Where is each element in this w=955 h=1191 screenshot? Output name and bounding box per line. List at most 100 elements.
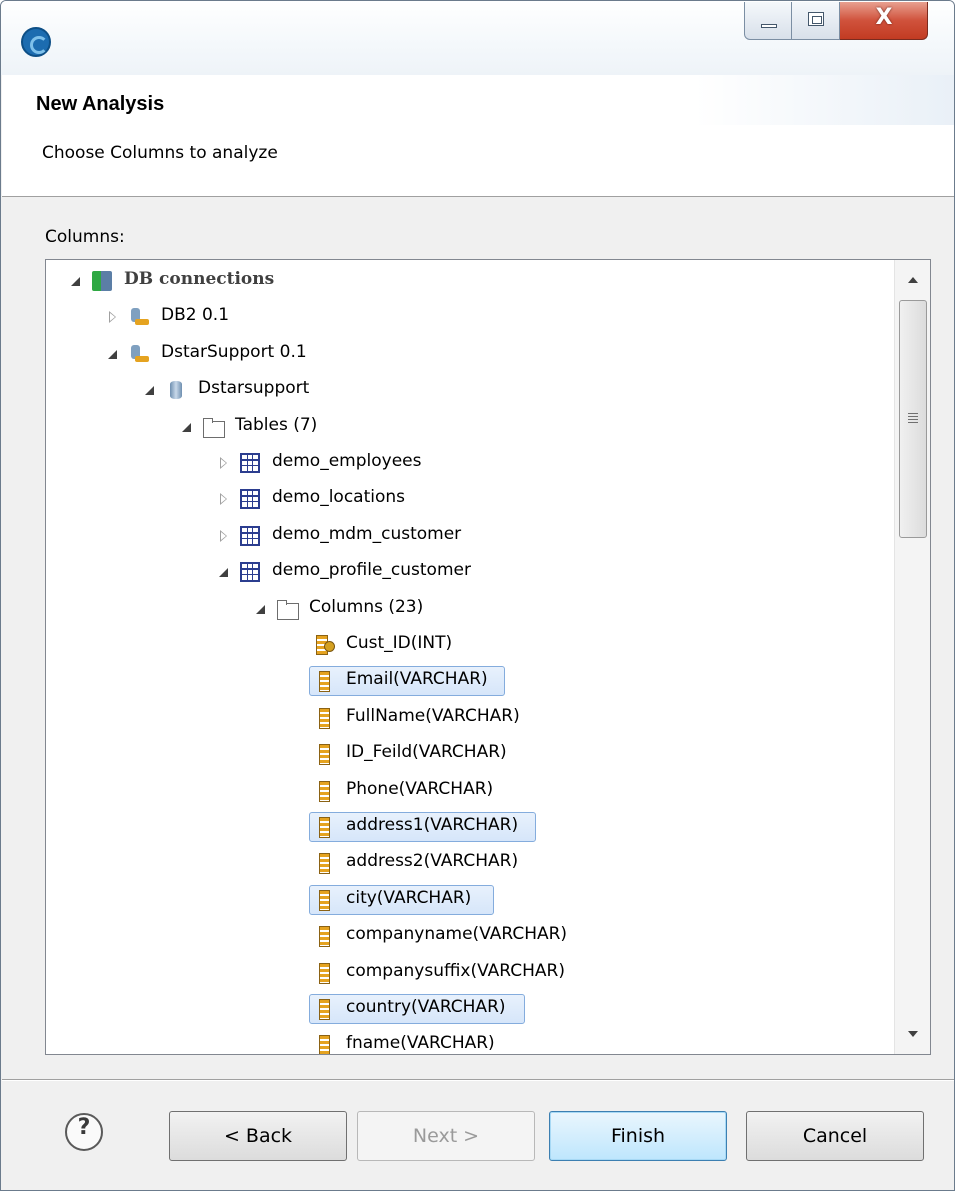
expand-arrow-icon[interactable] bbox=[218, 529, 230, 542]
table-icon bbox=[240, 525, 260, 546]
close-button[interactable]: X bbox=[840, 2, 928, 40]
tree-row[interactable]: fname(VARCHAR) bbox=[46, 1027, 894, 1054]
maximize-button[interactable] bbox=[792, 2, 840, 40]
tree-item-label: city(VARCHAR) bbox=[346, 887, 472, 908]
minimize-icon bbox=[761, 24, 777, 28]
column-icon bbox=[314, 780, 334, 802]
scroll-down-arrow-icon[interactable] bbox=[908, 1031, 918, 1037]
column-icon bbox=[314, 926, 334, 948]
new-analysis-dialog: X New Analysis Choose Columns to analyze… bbox=[0, 0, 955, 1191]
wizard-header: New Analysis Choose Columns to analyze bbox=[2, 75, 954, 197]
tree-item-label: DB2 0.1 bbox=[161, 305, 230, 326]
tree-row[interactable]: ID_Feild(VARCHAR) bbox=[46, 736, 894, 772]
db-connections-icon bbox=[92, 271, 112, 291]
primary-key-icon bbox=[314, 635, 335, 655]
columns-label: Columns: bbox=[45, 227, 125, 247]
collapse-arrow-icon[interactable] bbox=[181, 421, 193, 433]
tree-row[interactable]: city(VARCHAR) bbox=[46, 882, 894, 918]
page-description: Choose Columns to analyze bbox=[42, 143, 278, 163]
tree-row[interactable]: DstarSupport 0.1 bbox=[46, 336, 894, 372]
minimize-button[interactable] bbox=[744, 2, 792, 40]
tree-row[interactable]: address1(VARCHAR) bbox=[46, 809, 894, 845]
tree-item-label: DstarSupport 0.1 bbox=[161, 341, 307, 362]
page-title: New Analysis bbox=[36, 93, 165, 115]
column-icon bbox=[314, 744, 334, 766]
folder-icon bbox=[203, 417, 225, 438]
column-icon bbox=[314, 707, 334, 729]
tree-row[interactable]: Cust_ID(INT) bbox=[46, 627, 894, 663]
table-icon bbox=[240, 453, 260, 473]
tree-item-label: Email(VARCHAR) bbox=[346, 669, 488, 690]
column-icon bbox=[314, 853, 334, 875]
cancel-button[interactable]: Cancel bbox=[746, 1111, 924, 1161]
tree-item-label: FullName(VARCHAR) bbox=[346, 705, 520, 726]
tree-item-label: address2(VARCHAR) bbox=[346, 851, 519, 872]
finish-button[interactable]: Finish bbox=[549, 1111, 727, 1161]
expand-arrow-icon[interactable] bbox=[218, 493, 230, 506]
folder-icon bbox=[277, 599, 299, 620]
next-button: Next > bbox=[357, 1111, 535, 1161]
scroll-up-arrow-icon[interactable] bbox=[908, 277, 918, 283]
column-icon bbox=[314, 817, 334, 838]
tree-row[interactable]: Columns (23) bbox=[46, 591, 894, 627]
tree-row[interactable]: demo_locations bbox=[46, 481, 894, 517]
columns-tree-panel: DB connections DB2 0.1 DstarSupport 0.1 Dst… bbox=[45, 259, 931, 1055]
expand-arrow-icon[interactable] bbox=[218, 457, 230, 469]
database-icon bbox=[166, 380, 186, 400]
tree-row[interactable]: Email(VARCHAR) bbox=[46, 663, 894, 699]
tree-row[interactable]: demo_mdm_customer bbox=[46, 518, 894, 554]
tree-row[interactable]: Tables (7) bbox=[46, 409, 894, 445]
tree-row[interactable]: Dstarsupport bbox=[46, 372, 894, 408]
tree-item-label: Columns (23) bbox=[309, 596, 424, 617]
column-icon bbox=[314, 962, 334, 984]
column-icon bbox=[314, 999, 334, 1020]
collapse-arrow-icon[interactable] bbox=[70, 275, 82, 287]
tree-row[interactable]: DB connections bbox=[46, 263, 894, 299]
footer-divider-highlight bbox=[2, 1080, 954, 1081]
back-button[interactable]: < Back bbox=[169, 1111, 347, 1161]
title-bar[interactable]: X bbox=[1, 1, 954, 75]
talend-app-icon bbox=[21, 27, 51, 57]
column-icon bbox=[314, 889, 334, 911]
tree-row[interactable]: address2(VARCHAR) bbox=[46, 845, 894, 881]
help-icon[interactable]: ? bbox=[65, 1113, 103, 1151]
table-icon bbox=[240, 489, 260, 510]
tree-item-label: Cust_ID(INT) bbox=[346, 633, 453, 653]
tree-item-label: demo_employees bbox=[272, 451, 422, 471]
tree-row[interactable]: FullName(VARCHAR) bbox=[46, 700, 894, 736]
tree-item-label: fname(VARCHAR) bbox=[346, 1033, 495, 1054]
tree-item-label: DB connections bbox=[124, 269, 275, 289]
tree-row[interactable]: companyname(VARCHAR) bbox=[46, 918, 894, 954]
tree-item-label: demo_locations bbox=[272, 487, 406, 508]
tree-item-label: Tables (7) bbox=[235, 414, 318, 435]
collapse-arrow-icon[interactable] bbox=[144, 384, 156, 396]
tree-item-label: demo_mdm_customer bbox=[272, 523, 462, 544]
collapse-arrow-icon[interactable] bbox=[218, 566, 230, 578]
tree-row[interactable]: DB2 0.1 bbox=[46, 299, 894, 335]
tree-item-label: country(VARCHAR) bbox=[346, 997, 506, 1017]
tree-item-label: companysuffix(VARCHAR) bbox=[346, 960, 565, 981]
tree-item-label: Dstarsupport bbox=[198, 378, 310, 399]
table-icon bbox=[240, 562, 260, 583]
db-connection-icon bbox=[129, 307, 149, 327]
tree-item-label: Phone(VARCHAR) bbox=[346, 778, 494, 799]
tree-row[interactable]: Phone(VARCHAR) bbox=[46, 773, 894, 809]
tree-item-label: demo_profile_customer bbox=[272, 560, 471, 581]
tree-row[interactable]: demo_profile_customer bbox=[46, 554, 894, 590]
expand-arrow-icon[interactable] bbox=[107, 311, 119, 324]
tree-row[interactable]: companysuffix(VARCHAR) bbox=[46, 955, 894, 991]
collapse-arrow-icon[interactable] bbox=[255, 603, 267, 615]
tree-row[interactable]: demo_employees bbox=[46, 445, 894, 481]
maximize-icon bbox=[808, 12, 824, 26]
columns-tree[interactable]: DB connections DB2 0.1 DstarSupport 0.1 Dst… bbox=[46, 260, 894, 1054]
grip-icon bbox=[908, 413, 918, 423]
vertical-scrollbar[interactable] bbox=[894, 260, 930, 1054]
db-connection-icon bbox=[129, 344, 149, 364]
collapse-arrow-icon[interactable] bbox=[107, 348, 119, 360]
tree-row[interactable]: country(VARCHAR) bbox=[46, 991, 894, 1027]
column-icon bbox=[314, 1035, 334, 1054]
tree-item-label: ID_Feild(VARCHAR) bbox=[346, 742, 507, 763]
scrollbar-thumb[interactable] bbox=[899, 300, 927, 538]
column-icon bbox=[314, 671, 334, 693]
tree-item-label: address1(VARCHAR) bbox=[346, 815, 519, 835]
